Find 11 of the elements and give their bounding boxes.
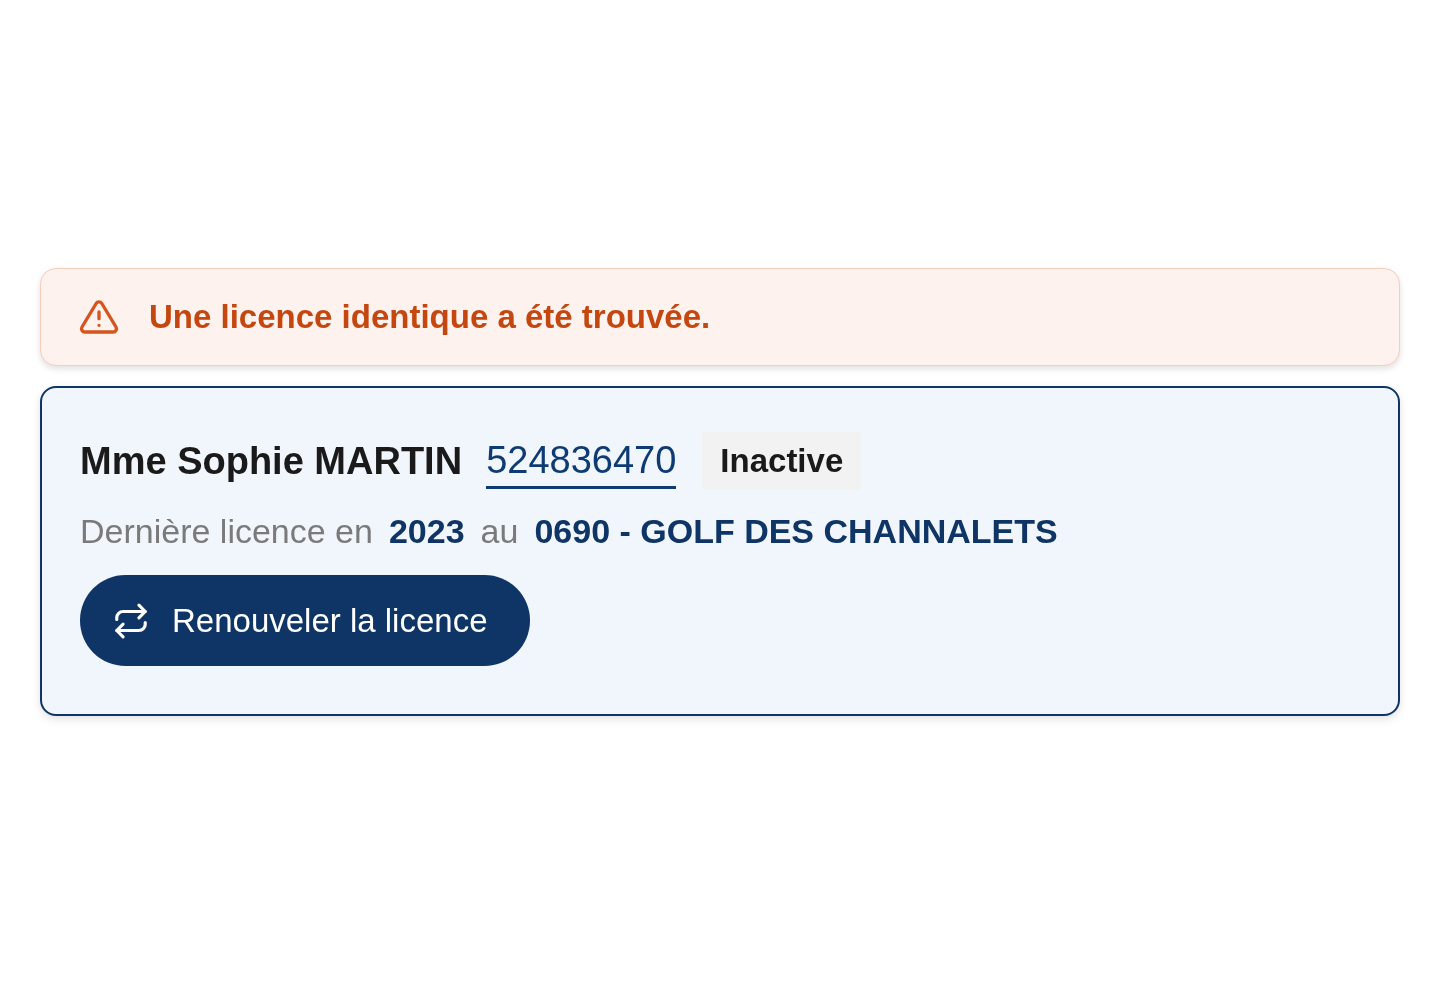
license-year: 2023 (388, 512, 465, 551)
license-number-link[interactable]: 524836470 (486, 439, 677, 489)
repeat-arrows-icon (112, 601, 150, 640)
alert-message: Une licence identique a été trouvée. (149, 298, 711, 336)
status-badge: Inactive (702, 432, 862, 490)
warning-icon (79, 297, 119, 337)
renew-button[interactable]: Renouveler la licence (80, 575, 530, 666)
club-label: au (480, 512, 519, 551)
member-name: Mme Sophie MARTIN (80, 439, 463, 483)
last-license-label: Dernière licence en (80, 512, 373, 551)
club-name: 0690 - GOLF DES CHANNALETS (534, 512, 1058, 551)
